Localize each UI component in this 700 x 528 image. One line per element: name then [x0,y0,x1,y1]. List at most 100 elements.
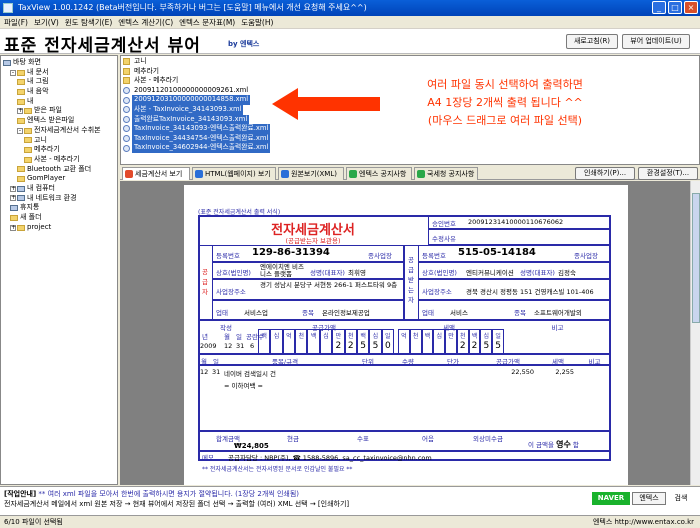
desktop-icon [3,59,11,66]
maximize-button[interactable]: □ [668,1,682,14]
tab-label: 원본보기(XML) [291,170,337,178]
tree-node[interactable]: 사본 - 메추라기 [1,155,117,165]
tax-digit-header: 십 [483,333,490,340]
supplier-rep: 최휘영 [348,269,366,277]
tree-node-label: 새 폴더 [20,213,42,221]
supply-digit-header: 십 [372,333,379,340]
menu-item[interactable]: 윈도 탐색기(E) [65,16,112,28]
close-button[interactable]: × [684,1,698,14]
xml-file-icon [123,144,130,152]
tree-node-label: 내 컴퓨터 [27,183,55,192]
tree-node[interactable]: 내 그림 [1,77,117,87]
tree-node-label: 바탕 화면 [13,58,41,66]
claim-suffix: 함 [572,441,579,449]
file-item[interactable]: 고니 [121,57,699,67]
tree-node[interactable]: 고니 [1,136,117,146]
entax-search-field[interactable]: 엔텍스 [632,492,666,505]
tax-digit: 5 [483,341,490,351]
col-month-label: 월 [224,333,230,341]
buyer-addr-label: 사업장주소 [422,288,452,296]
computer-icon [10,205,18,212]
xml-file-icon [123,96,130,104]
buyer-rep-label: 성명(대표자) [520,269,555,277]
invoice-viewer: (표준 전자세금계산서 출력 서식) 전자세금계산서 (공급받는자 보관용) 승… [120,181,690,485]
tab-2[interactable]: 원본보기(XML) [278,167,344,180]
invoice-blank-count: 6 [250,342,255,350]
expand-icon[interactable]: + [17,108,23,115]
supply-digit-header: 십 [323,333,329,340]
refresh-button[interactable]: 새로고침(R) [566,34,618,49]
tree-node[interactable]: 휴지통 [1,203,117,213]
tree-node[interactable]: 엔텍스 받은파일 [1,116,117,126]
collapse-icon[interactable]: - [10,69,16,76]
menu-item[interactable]: 보기(V) [34,16,59,28]
tab-label: 엔텍스 공지사항 [359,170,407,178]
app-icon [3,3,13,13]
menu-item[interactable]: 도움말(H) [241,16,273,28]
supplier-item-label: 종목 [302,309,314,317]
tree-node[interactable]: GomPlayer [1,174,117,184]
guide-label: [작업안내] [4,490,37,498]
tab-0[interactable]: 세금계산서 보기 [122,167,190,180]
tree-node[interactable]: 내 [1,97,117,107]
tree-node[interactable]: 내 음악 [1,87,117,97]
tree-node[interactable]: - 내 문서 [1,68,117,78]
folder-icon [17,69,25,76]
menu-item[interactable]: 엔텍스 문자표(M) [179,16,235,28]
supply-digit-header: 천 [347,333,354,340]
app-header: 표준 전자세금계산서 뷰어 by 엔텍스 새로고침(R) 뷰어 업데이트(U) [0,29,700,56]
guide-line-1: ** 여러 xml 파일을 모아서 한번에 출력하시면 용지가 절약됩니다. (… [38,490,300,498]
collapse-icon[interactable]: - [17,127,23,134]
buyer-item-label: 종목 [514,309,526,317]
tree-node[interactable]: 새 폴더 [1,213,117,223]
update-viewer-button[interactable]: 뷰어 업데이트(U) [622,34,690,49]
tree-node[interactable]: + 내 네트워크 환경 [1,194,117,204]
by-entax-label: by 엔텍스 [228,40,260,48]
tree-node[interactable]: - 전자세금계산서 수취본 [1,126,117,136]
tab-4[interactable]: 국세청 공지사항 [414,167,478,180]
settings-button[interactable]: 환경설정(T)... [638,167,698,180]
folder-icon [17,166,25,173]
file-name: 20091120100000000009261.xml [134,85,249,94]
tree-node[interactable]: Bluetooth 교환 폴더 [1,165,117,175]
remark-label: 비고 [551,324,564,332]
tab-1[interactable]: HTML(웹페이지) 보기 [192,167,276,180]
tree-node[interactable]: 바탕 화면 [1,58,117,68]
search-button[interactable]: 검색 [668,492,694,505]
supplier-name-label: 상호(법인명) [216,269,251,277]
file-item[interactable]: 메추라기 [121,67,699,77]
tree-node-label: Bluetooth 교환 폴더 [27,164,92,173]
buyer-regno: 515-05-14184 [458,247,536,258]
expand-icon[interactable]: + [10,185,16,192]
minimize-button[interactable]: _ [652,1,666,14]
tree-node[interactable]: + 받은 파일 [1,106,117,116]
tab-3[interactable]: 엔텍스 공지사항 [346,167,412,180]
buyer-rep: 김정숙 [558,269,576,277]
expand-icon[interactable]: + [10,195,16,202]
supplier-type-label: 업태 [216,309,228,317]
tree-node-label: 내 문서 [27,67,49,76]
buyer-address: 경북 경산시 정평동 151 건영캐스빌 101-406 [466,288,594,296]
menu-item[interactable]: 엔텍스 계산기(C) [118,16,173,28]
xml-file-icon [123,135,130,143]
claim-prefix: 이 금액을 [528,441,554,449]
tree-node[interactable]: + project [1,223,117,233]
file-item[interactable]: TaxInvoice_34602944-엔텍스출력완료.xml [121,143,699,153]
file-item[interactable]: TaxInvoice_34434754-엔텍스출력완료.xml [121,133,699,144]
scrollbar-thumb[interactable] [692,193,700,323]
annotation-arrow-icon [272,88,380,120]
menu-item[interactable]: 파일(F) [4,16,28,28]
viewer-scrollbar[interactable] [690,181,700,485]
folder-tree[interactable]: 바탕 화면 - 내 문서 내 그림 내 음악 내 + 받은 파일 엔텍스 받은파일 - 전자세금계산… [0,55,118,485]
print-button[interactable]: 인쇄하기(P)... [575,167,635,180]
tree-node-label: 휴지통 [20,203,40,212]
tree-node[interactable]: 메추라기 [1,145,117,155]
credit-label: 외상미수금 [473,435,503,443]
expand-icon[interactable]: + [10,224,16,231]
file-name: 20091203100000000014858.xml [132,95,251,105]
folder-icon [17,176,25,183]
tree-node[interactable]: + 내 컴퓨터 [1,184,117,194]
folder-icon [24,127,32,134]
memo-text: 공급자담당 : NBP(주), ☎ 1588-5896, sa_cc_taxin… [228,454,432,462]
app-title: 표준 전자세금계산서 뷰어 [4,36,201,56]
